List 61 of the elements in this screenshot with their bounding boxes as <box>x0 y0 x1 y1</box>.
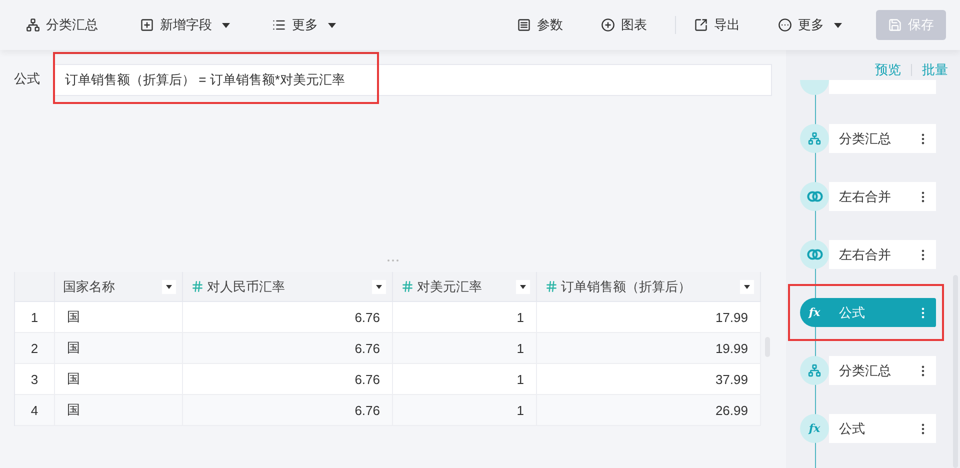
hierarchy-icon <box>26 18 40 32</box>
more-icon <box>778 18 792 32</box>
column-header[interactable]: 对美元汇率 <box>393 272 537 302</box>
table-cell: 国 <box>55 364 183 395</box>
step-card[interactable]: 分类汇总 <box>829 356 936 385</box>
table-cell: 17.99 <box>537 302 761 333</box>
toolbar-button[interactable]: 更多 <box>262 16 346 34</box>
table-cell: 6.76 <box>183 395 393 426</box>
hierarchy-icon <box>808 132 821 145</box>
column-header[interactable]: 订单销售额（折算后） <box>537 272 761 302</box>
function-icon: fx <box>808 422 820 435</box>
toolbar-button[interactable]: 更多 <box>768 16 852 34</box>
table-cell: 6.76 <box>183 364 393 395</box>
merge-icon <box>806 249 822 260</box>
row-number: 1 <box>15 302 55 333</box>
hierarchy-icon <box>808 364 821 377</box>
table-cell: 19.99 <box>537 333 761 364</box>
step-card[interactable]: 公式 <box>829 414 936 443</box>
row-number: 2 <box>15 333 55 364</box>
row-number: 3 <box>15 364 55 395</box>
resize-handle-icon[interactable] <box>387 259 399 262</box>
toolbar-button[interactable]: 分类汇总 <box>16 16 108 34</box>
plus-circle-icon <box>601 18 615 32</box>
table-cell: 6.76 <box>183 302 393 333</box>
step-card[interactable]: 左右合并 <box>829 182 936 211</box>
parameter-icon <box>517 18 531 32</box>
function-icon: fx <box>808 306 820 319</box>
toolbar-button[interactable]: 参数 <box>507 16 573 34</box>
dropdown-icon[interactable] <box>372 280 386 294</box>
dropdown-icon[interactable] <box>516 280 530 294</box>
save-icon <box>888 18 902 32</box>
column-header[interactable]: 对人民币汇率 <box>183 272 393 302</box>
row-number: 4 <box>15 395 55 426</box>
number-type-icon <box>545 280 558 293</box>
table-cell: 国 <box>55 395 183 426</box>
list-icon <box>272 18 286 32</box>
dropdown-icon[interactable] <box>162 280 176 294</box>
formula-label: 公式 <box>14 70 40 88</box>
formula-field[interactable]: 订单销售额（折算后） = 订单销售额*对美元汇率 <box>54 64 772 96</box>
export-icon <box>694 18 708 32</box>
column-header[interactable]: 国家名称 <box>55 272 183 302</box>
table-cell: 1 <box>393 395 537 426</box>
table-cell: 1 <box>393 364 537 395</box>
toolbar-button[interactable]: 导出 <box>684 16 750 34</box>
table-cell: 1 <box>393 302 537 333</box>
table-cell: 37.99 <box>537 364 761 395</box>
step-card[interactable]: 左右合并 <box>829 240 936 269</box>
table-cell: 国 <box>55 333 183 364</box>
step-card[interactable]: 分类汇总 <box>829 124 936 153</box>
table-cell: 6.76 <box>183 333 393 364</box>
number-type-icon <box>401 280 414 293</box>
table-cell: 26.99 <box>537 395 761 426</box>
toolbar-button[interactable]: 图表 <box>591 16 657 34</box>
table-cell: 国 <box>55 302 183 333</box>
add-column-icon <box>140 18 154 32</box>
number-type-icon <box>191 280 204 293</box>
step-node <box>800 80 829 95</box>
toolbar-button[interactable]: 新增字段 <box>130 16 240 34</box>
table-cell: 1 <box>393 333 537 364</box>
merge-icon <box>806 191 822 202</box>
dropdown-icon[interactable] <box>740 280 754 294</box>
